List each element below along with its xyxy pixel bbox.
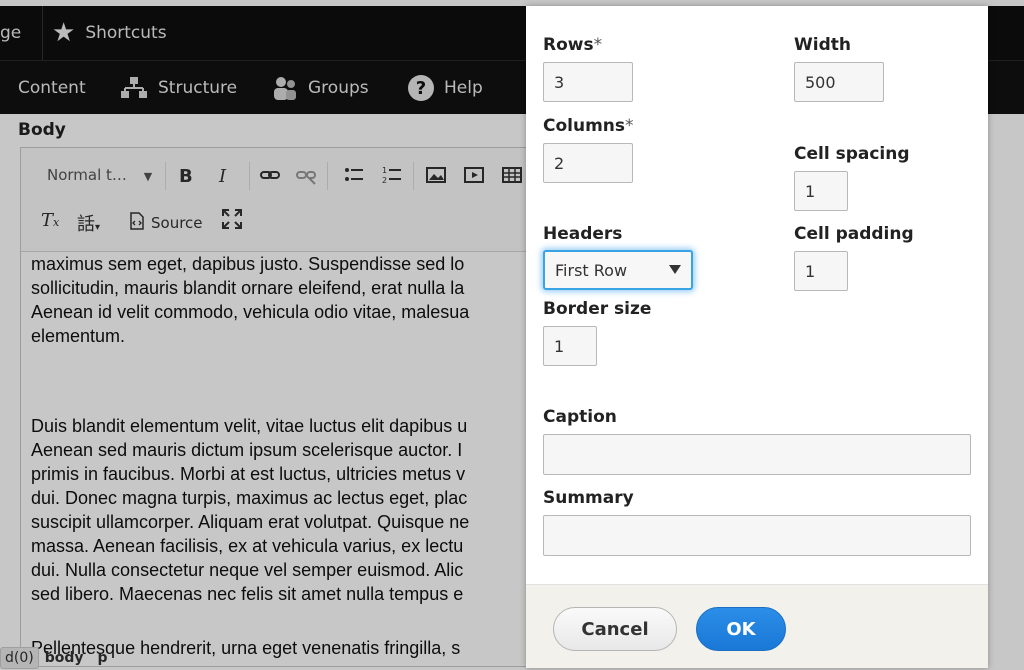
cell-spacing-label: Cell spacing (794, 144, 910, 164)
width-label: Width (794, 35, 851, 55)
rows-input-value: 3 (554, 72, 565, 92)
width-input[interactable]: 500 (794, 62, 884, 102)
border-size-label: Border size (543, 299, 652, 319)
summary-label: Summary (543, 488, 634, 508)
cell-spacing-input-value: 1 (805, 181, 816, 201)
cell-padding-input[interactable]: 1 (794, 251, 848, 291)
summary-input[interactable] (543, 515, 971, 556)
headers-select-value: First Row (555, 260, 628, 280)
required-mark: * (625, 116, 634, 136)
required-mark: * (593, 35, 603, 55)
columns-label: Columns* (543, 116, 634, 136)
dropdown-arrow-icon (669, 265, 681, 274)
cell-padding-input-value: 1 (805, 261, 816, 281)
headers-select[interactable]: First Row (543, 250, 693, 290)
columns-input-value: 2 (554, 153, 565, 173)
columns-input[interactable]: 2 (543, 143, 633, 183)
border-size-input[interactable]: 1 (543, 326, 597, 366)
rows-input[interactable]: 3 (543, 62, 633, 102)
headers-label: Headers (543, 224, 623, 244)
caption-label: Caption (543, 407, 617, 427)
caption-input[interactable] (543, 434, 971, 475)
border-size-input-value: 1 (554, 336, 565, 356)
width-input-value: 500 (805, 72, 836, 92)
columns-label-text: Columns (543, 116, 626, 136)
rows-label-text: Rows (543, 35, 594, 55)
dialog-footer: Cancel OK (526, 584, 988, 668)
cancel-button[interactable]: Cancel (553, 607, 677, 651)
cell-padding-label: Cell padding (794, 224, 914, 244)
ok-button[interactable]: OK (696, 607, 786, 651)
rows-label: Rows* (543, 35, 602, 55)
table-properties-dialog: Rows* 3 Columns* 2 Headers First Row Bor… (526, 6, 988, 668)
cell-spacing-input[interactable]: 1 (794, 171, 848, 211)
